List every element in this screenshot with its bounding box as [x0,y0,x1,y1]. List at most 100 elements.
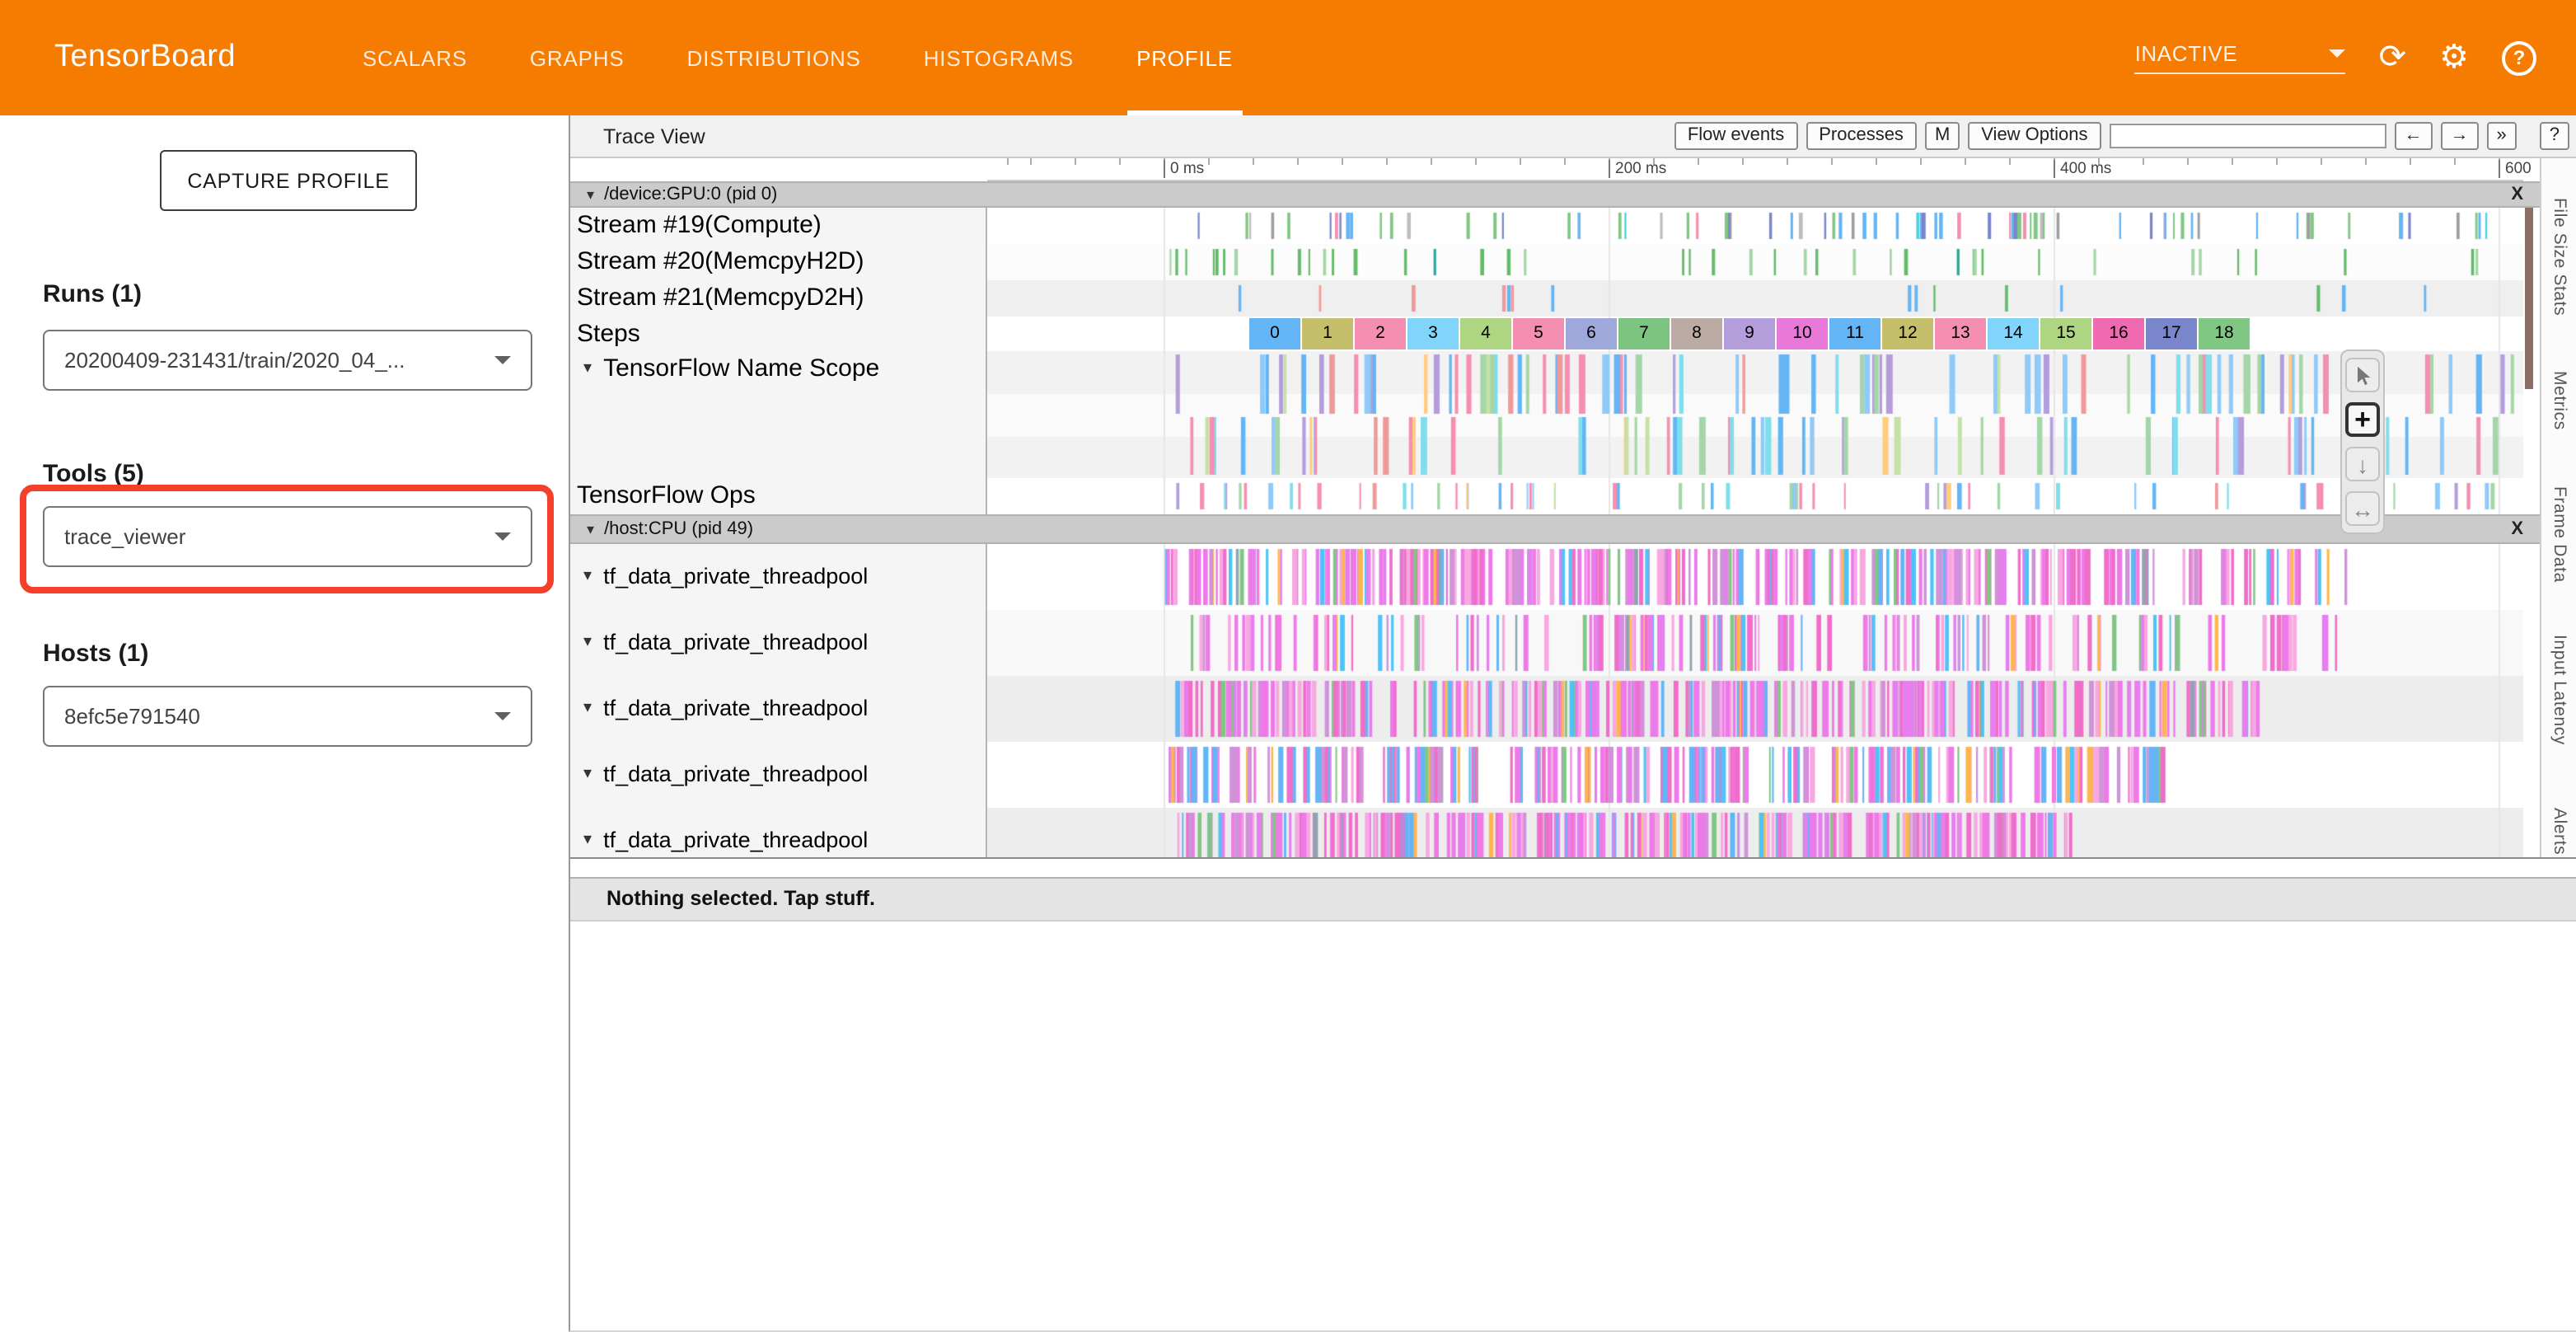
step-block[interactable]: 7 [1618,318,1670,349]
step-block[interactable]: 9 [1724,318,1775,349]
tab-scalars[interactable]: SCALARS [353,0,477,115]
hosts-heading: Hosts (1) [43,640,148,668]
step-block[interactable]: 13 [1935,318,1986,349]
step-block[interactable]: 15 [2040,318,2091,349]
track-label-stream19[interactable]: Stream #19(Compute) [577,208,822,244]
track-label-text: tf_data_private_threadpool [603,828,868,852]
chevron-down-icon [2330,49,2346,58]
tab-input-latency[interactable]: Input Latency [2550,635,2569,745]
detail-panel: Nothing selected. Tap stuff. [569,857,2576,1332]
step-block[interactable]: 17 [2146,318,2197,349]
nav-tabs: SCALARS GRAPHS DISTRIBUTIONS HISTOGRAMS … [353,0,1243,115]
track-label-text: TensorFlow Name Scope [603,354,879,382]
view-options-button[interactable]: View Options [1968,122,2101,150]
zoom-tool-button[interactable]: + [2345,402,2380,437]
tools-select[interactable]: trace_viewer [43,506,532,567]
track-label-stream20[interactable]: Stream #20(MemcpyH2D) [577,244,864,280]
status-label: INACTIVE [2135,41,2238,66]
step-block[interactable]: 16 [2093,318,2144,349]
app: TensorBoard SCALARS GRAPHS DISTRIBUTIONS… [0,0,2576,1332]
processes-button[interactable]: Processes [1806,122,1917,150]
trace-help-button[interactable]: ? [2540,122,2569,150]
selection-status-bar: Nothing selected. Tap stuff. [570,877,2576,922]
forward-button[interactable]: → [2441,122,2479,150]
step-block[interactable]: 14 [1988,318,2039,349]
tab-file-size-stats[interactable]: File Size Stats [2550,198,2569,316]
track-label-threadpool-3[interactable]: ▾tf_data_private_threadpool [577,676,868,742]
capture-profile-button[interactable]: CAPTURE PROFILE [160,150,417,211]
pan-tool-button[interactable]: ↓ [2345,447,2380,481]
close-icon[interactable]: X [2511,185,2523,204]
flow-events-button[interactable]: Flow events [1674,122,1797,150]
tools-heading: Tools (5) [43,460,144,488]
step-block[interactable]: 3 [1407,318,1459,349]
track-label-threadpool-5[interactable]: ▾ tf_data_private_threadpool [577,808,868,857]
sidebar: CAPTURE PROFILE Runs (1) 20200409-231431… [0,115,569,1332]
chevron-down-icon: ▾ [583,545,592,611]
hosts-select[interactable]: 8efc5e791540 [43,686,532,747]
tab-alerts[interactable]: Alerts [2550,808,2569,855]
chevron-down-icon: ▾ [587,520,594,538]
step-block[interactable]: 10 [1777,318,1828,349]
timing-tool-button[interactable]: ↔ [2345,491,2380,526]
cursor-icon [2351,363,2374,387]
track-label-text: tf_data_private_threadpool [603,564,868,589]
tools-select-value: trace_viewer [64,524,185,549]
tab-metrics[interactable]: Metrics [2550,371,2569,430]
tab-distributions[interactable]: DISTRIBUTIONS [677,0,871,115]
m-button[interactable]: M [1925,122,1960,150]
track-label-text: tf_data_private_threadpool [603,762,868,786]
track-label-steps[interactable]: Steps [577,317,640,351]
step-block[interactable]: 1 [1302,318,1353,349]
gpu-section-bar[interactable]: ▾ /device:GPU:0 (pid 0) X [570,181,2540,208]
track-label-threadpool-2[interactable]: ▾ tf_data_private_threadpool [577,610,868,676]
refresh-icon[interactable]: ⟳ [2379,41,2407,74]
trace-toolbar: Flow events Processes M View Options ← →… [1674,122,2576,150]
vertical-scrollbar-thumb[interactable] [2525,208,2533,389]
trace-view: Trace View Flow events Processes M View … [569,115,2576,857]
help-icon[interactable]: ? [2502,40,2536,75]
step-block[interactable]: 11 [1829,318,1880,349]
step-block[interactable]: 12 [1882,318,1933,349]
step-block[interactable]: 18 [2199,318,2250,349]
tab-graphs[interactable]: GRAPHS [520,0,635,115]
track-label-threadpool-4[interactable]: ▾tf_data_private_threadpool [577,742,868,808]
track-label-tf-ops[interactable]: TensorFlow Ops [577,478,756,514]
ruler-label: 0 ms [1164,160,1204,178]
runs-select[interactable]: 20200409-231431/train/2020_04_... [43,330,532,391]
step-block[interactable]: 2 [1355,318,1406,349]
step-block[interactable]: 4 [1460,318,1511,349]
chevron-down-icon: ▾ [583,809,592,857]
step-block[interactable]: 8 [1671,318,1722,349]
track-label-threadpool-1[interactable]: ▾ tf_data_private_threadpool [577,544,868,610]
track-label-stream21[interactable]: Stream #21(MemcpyD2H) [577,280,864,317]
status-dropdown[interactable]: INACTIVE [2135,41,2346,74]
trace-search-input[interactable] [2110,124,2386,148]
gpu-section-label: /device:GPU:0 (pid 0) [604,185,777,204]
chevron-down-icon: ▾ [583,611,592,677]
step-block[interactable]: 5 [1513,318,1564,349]
trace-tool-palette: + ↓ ↔ [2340,349,2385,534]
step-block[interactable]: 6 [1566,318,1617,349]
back-button[interactable]: ← [2395,122,2433,150]
step-block[interactable]: 0 [1249,318,1300,349]
time-ruler: 0 ms 200 ms 400 ms 600 [987,158,2523,181]
trace-view-title: Trace View [570,124,705,148]
selection-tool-button[interactable] [2345,358,2380,392]
ruler-label: 400 ms [2054,160,2111,178]
ruler-label: 200 ms [1609,160,1666,178]
ruler-label: 600 [2499,160,2532,178]
track-label-tf-name-scope[interactable]: ▾ TensorFlow Name Scope [577,351,879,387]
chevron-down-icon: ▾ [583,351,592,387]
chevron-down-icon: ▾ [583,677,592,743]
gear-icon[interactable]: ⚙ [2439,41,2469,74]
close-icon[interactable]: X [2511,519,2523,539]
app-title: TensorBoard [0,0,236,115]
more-button[interactable]: » [2487,122,2517,150]
tab-profile[interactable]: PROFILE [1126,0,1243,115]
tab-frame-data[interactable]: Frame Data [2550,486,2569,583]
cpu-section-bar[interactable]: ▾ /host:CPU (pid 49) X [570,514,2540,544]
topbar-controls: INACTIVE ⟳ ⚙ ? [2135,0,2576,115]
tab-histograms[interactable]: HISTOGRAMS [914,0,1084,115]
track-label-text: tf_data_private_threadpool [603,630,868,654]
